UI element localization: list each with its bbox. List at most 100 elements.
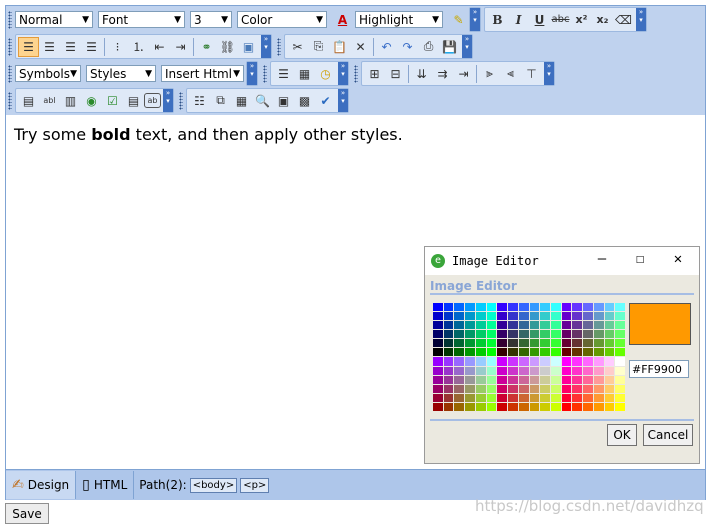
color-swatch[interactable] (550, 348, 561, 357)
media-icon[interactable]: ▣ (273, 91, 294, 111)
color-swatch[interactable] (593, 321, 604, 330)
checkbox-icon[interactable]: ☑ (102, 91, 123, 111)
color-swatch[interactable] (497, 357, 508, 366)
color-swatch[interactable] (550, 312, 561, 321)
toolbar-grip[interactable] (8, 10, 12, 29)
numbered-list-icon[interactable]: ⒈ (128, 37, 149, 57)
overflow-icon[interactable]: » ▾ (462, 35, 472, 58)
paste-icon[interactable]: 📋 (329, 37, 350, 57)
color-swatch[interactable] (615, 393, 625, 402)
color-swatch[interactable] (518, 357, 529, 366)
color-swatch[interactable] (443, 312, 454, 321)
color-swatch[interactable] (486, 348, 497, 357)
color-swatch[interactable] (454, 330, 465, 339)
overflow-icon[interactable]: » ▾ (261, 35, 271, 58)
color-swatch[interactable] (593, 393, 604, 402)
color-swatch[interactable] (433, 321, 443, 330)
superscript-button[interactable]: x² (571, 10, 592, 30)
color-swatch[interactable] (443, 348, 454, 357)
color-swatch[interactable] (465, 321, 475, 330)
color-swatch[interactable] (454, 402, 465, 411)
color-swatch[interactable] (497, 348, 508, 357)
color-swatch[interactable] (540, 339, 550, 348)
color-swatch[interactable] (497, 321, 508, 330)
textbox-icon[interactable]: abl (39, 91, 60, 111)
overflow-icon[interactable]: » ▾ (163, 89, 173, 112)
color-swatch[interactable] (540, 375, 550, 384)
color-swatch[interactable] (550, 366, 561, 375)
color-swatch[interactable] (433, 384, 443, 393)
merge-cells-icon[interactable]: ⫸ (479, 64, 500, 84)
color-swatch[interactable] (465, 330, 475, 339)
color-swatch[interactable] (550, 303, 561, 312)
color-swatch[interactable] (572, 303, 583, 312)
color-swatch[interactable] (454, 312, 465, 321)
color-swatch[interactable] (561, 330, 572, 339)
color-swatch[interactable] (550, 357, 561, 366)
symbols-select[interactable]: Symbols ▼ (15, 65, 81, 82)
format-select[interactable]: Normal ▼ (15, 11, 93, 28)
color-swatch[interactable] (518, 384, 529, 393)
color-swatch[interactable] (604, 357, 615, 366)
radio-button-icon[interactable]: ◉ (81, 91, 102, 111)
indent-icon[interactable]: ⇥ (170, 37, 191, 57)
color-swatch[interactable] (443, 384, 454, 393)
find-icon[interactable]: 🔍 (252, 91, 273, 111)
path-tag-body[interactable]: <body> (189, 477, 238, 493)
color-swatch[interactable] (561, 339, 572, 348)
color-swatch[interactable] (561, 375, 572, 384)
color-swatch[interactable] (550, 330, 561, 339)
color-swatch[interactable] (593, 312, 604, 321)
color-swatch[interactable] (465, 348, 475, 357)
color-swatch[interactable] (583, 339, 593, 348)
toolbar-grip[interactable] (263, 64, 267, 83)
align-justify-icon[interactable]: ☰ (81, 37, 102, 57)
color-swatch[interactable] (465, 384, 475, 393)
color-swatch[interactable] (529, 357, 540, 366)
color-swatch[interactable] (508, 303, 518, 312)
color-swatch[interactable] (561, 348, 572, 357)
form-icon[interactable]: ▤ (18, 91, 39, 111)
color-swatch[interactable] (518, 402, 529, 411)
color-swatch[interactable] (433, 375, 443, 384)
color-swatch[interactable] (433, 330, 443, 339)
color-swatch[interactable] (475, 384, 486, 393)
toolbar-overflow[interactable]: » ▾ (469, 7, 481, 32)
color-swatch[interactable] (529, 384, 540, 393)
color-swatch[interactable] (572, 384, 583, 393)
color-swatch[interactable] (593, 384, 604, 393)
color-swatch[interactable] (443, 303, 454, 312)
color-swatch[interactable] (475, 357, 486, 366)
color-select[interactable]: Color ▼ (237, 11, 327, 28)
color-swatch[interactable] (497, 312, 508, 321)
toolbar-grip[interactable] (354, 64, 358, 83)
align-left-icon[interactable]: ☰ (18, 36, 39, 57)
template-icon[interactable]: ⧉ (210, 91, 231, 111)
color-swatch[interactable] (604, 330, 615, 339)
color-swatch[interactable] (497, 384, 508, 393)
font-color-icon[interactable]: A (332, 10, 353, 30)
color-swatch[interactable] (561, 321, 572, 330)
color-swatch[interactable] (615, 321, 625, 330)
color-swatch[interactable] (593, 348, 604, 357)
button-control-icon[interactable]: ab (144, 93, 161, 108)
insert-table-icon[interactable]: ⊞ (364, 64, 385, 84)
color-swatch[interactable] (615, 357, 625, 366)
color-swatch[interactable] (604, 321, 615, 330)
color-swatch[interactable] (518, 312, 529, 321)
overflow-icon[interactable]: » ▾ (338, 89, 348, 112)
tab-html[interactable]: ▯ HTML (76, 471, 135, 499)
color-swatch[interactable] (486, 339, 497, 348)
align-right-icon[interactable]: ☰ (60, 37, 81, 57)
styles-select[interactable]: Styles ▼ (86, 65, 156, 82)
overflow-icon[interactable]: » ▾ (636, 8, 646, 31)
maximize-icon[interactable]: ☐ (625, 251, 655, 267)
color-swatch[interactable] (604, 348, 615, 357)
color-swatch[interactable] (454, 384, 465, 393)
color-swatch[interactable] (518, 366, 529, 375)
color-swatch[interactable] (593, 330, 604, 339)
color-swatch[interactable] (508, 384, 518, 393)
color-swatch[interactable] (465, 357, 475, 366)
color-swatch[interactable] (454, 348, 465, 357)
color-swatch[interactable] (486, 375, 497, 384)
